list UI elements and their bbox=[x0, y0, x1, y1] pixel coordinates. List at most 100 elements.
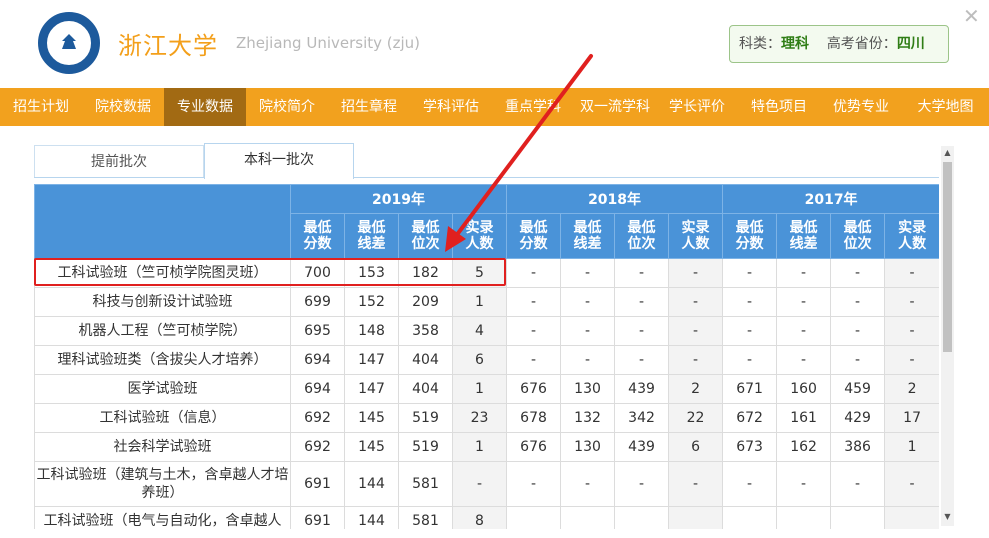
major-name-cell: 工科试验班（电气与自动化，含卓越人 bbox=[34, 506, 291, 529]
value-cell: 1 bbox=[451, 287, 508, 317]
value-cell: - bbox=[560, 345, 616, 375]
subheader-admitted-count: 实录 人数 bbox=[668, 213, 724, 259]
value-cell: 161 bbox=[776, 403, 832, 433]
nav-item-strong-majors[interactable]: 优势专业 bbox=[820, 88, 902, 126]
value-cell bbox=[776, 506, 832, 529]
value-cell: - bbox=[451, 461, 508, 507]
tab-early-batch[interactable]: 提前批次 bbox=[34, 145, 204, 177]
value-cell: - bbox=[830, 287, 886, 317]
value-cell: 691 bbox=[290, 506, 345, 529]
value-cell: - bbox=[884, 258, 939, 288]
subheader-line: 最低 bbox=[411, 220, 440, 236]
major-name-cell: 科技与创新设计试验班 bbox=[34, 287, 291, 317]
value-cell: 404 bbox=[398, 374, 453, 404]
value-cell: - bbox=[560, 258, 616, 288]
nav-item-discipline-eval[interactable]: 学科评估 bbox=[410, 88, 492, 126]
value-cell: - bbox=[884, 461, 939, 507]
major-name-cell: 机器人工程（竺可桢学院） bbox=[34, 316, 291, 346]
nav-item-admission-rules[interactable]: 招生章程 bbox=[328, 88, 410, 126]
value-cell: 694 bbox=[290, 374, 345, 404]
value-cell: - bbox=[722, 258, 778, 288]
value-cell: 692 bbox=[290, 432, 345, 462]
university-name-cn: 浙江大学 bbox=[118, 32, 218, 60]
value-cell: 17 bbox=[884, 403, 939, 433]
value-cell: 144 bbox=[344, 506, 399, 529]
value-cell: - bbox=[776, 461, 832, 507]
value-cell: 699 bbox=[290, 287, 345, 317]
value-cell: - bbox=[776, 287, 832, 317]
score-table-body: 工科试验班（竺可桢学院图灵班） 700 153 182 5- - - - - - - - 科技与创新设计… bbox=[34, 258, 939, 529]
value-cell: - bbox=[722, 287, 778, 317]
scroll-up-arrow-icon[interactable]: ▲ bbox=[941, 146, 954, 160]
value-cell: 672 bbox=[722, 403, 778, 433]
table-row[interactable]: 科技与创新设计试验班 699 152 209 1- - - - - - - - bbox=[34, 287, 939, 317]
nav-item-key-disciplines[interactable]: 重点学科 bbox=[492, 88, 574, 126]
value-cell: 676 bbox=[506, 432, 562, 462]
logo-inner-ring bbox=[46, 20, 92, 66]
value-cell: 209 bbox=[398, 287, 453, 317]
value-cell: - bbox=[668, 287, 724, 317]
value-cell: - bbox=[884, 316, 939, 346]
table-row[interactable]: 工科试验班（建筑与土木，含卓越人才培养班） 691 144 581- - - - - - - - - bbox=[34, 461, 939, 507]
table-row[interactable]: 理科试验班类（含拔尖人才培养） 694 147 404 6- - - - - - - - bbox=[34, 345, 939, 375]
major-name-cell: 工科试验班（信息） bbox=[34, 403, 291, 433]
value-cell: 519 bbox=[398, 403, 453, 433]
subject-value: 理科 bbox=[781, 36, 809, 52]
scrollbar-thumb[interactable] bbox=[943, 162, 952, 352]
value-cell bbox=[722, 506, 778, 529]
subheader-line: 最低 bbox=[573, 220, 602, 236]
value-cell bbox=[884, 506, 939, 529]
highlight-box bbox=[34, 258, 506, 286]
value-cell: 152 bbox=[344, 287, 399, 317]
nav-item-major-data[interactable]: 专业数据 bbox=[164, 88, 246, 126]
table-row[interactable]: 工科试验班（信息） 692 145 519 23 678 132 342 22 672 161 429… bbox=[34, 403, 939, 433]
value-cell: 678 bbox=[506, 403, 562, 433]
value-cell bbox=[668, 506, 724, 529]
subheader-line: 线差 bbox=[573, 236, 602, 252]
value-cell: - bbox=[830, 345, 886, 375]
value-cell: 132 bbox=[560, 403, 616, 433]
scroll-down-arrow-icon[interactable]: ▼ bbox=[941, 510, 954, 524]
value-cell: 439 bbox=[614, 374, 670, 404]
value-cell: 145 bbox=[344, 403, 399, 433]
value-cell: 673 bbox=[722, 432, 778, 462]
nav-item-enrollment-plan[interactable]: 招生计划 bbox=[0, 88, 82, 126]
value-cell: 130 bbox=[560, 432, 616, 462]
value-cell: - bbox=[506, 316, 562, 346]
value-cell: 694 bbox=[290, 345, 345, 375]
value-cell: - bbox=[506, 258, 562, 288]
value-cell: 1 bbox=[451, 432, 508, 462]
value-cell: - bbox=[614, 461, 670, 507]
table-row[interactable]: 社会科学试验班 692 145 519 1 676 130 439 6 673 162 386 1 bbox=[34, 432, 939, 462]
nav-item-senior-reviews[interactable]: 学长评价 bbox=[656, 88, 738, 126]
score-table: 2019年 2018年 2017年 最低 分数 最低 线差 最低 位次 实录 人数 最低 分数 最低… bbox=[34, 184, 939, 529]
value-cell: - bbox=[668, 461, 724, 507]
value-cell: 4 bbox=[451, 316, 508, 346]
nav-item-special-programs[interactable]: 特色项目 bbox=[738, 88, 820, 126]
table-row[interactable]: 医学试验班 694 147 404 1 676 130 439 2 671 160 459 2 bbox=[34, 374, 939, 404]
tab-first-batch[interactable]: 本科一批次 bbox=[204, 143, 354, 179]
value-cell: 342 bbox=[614, 403, 670, 433]
value-cell: 2 bbox=[884, 374, 939, 404]
nav-item-campus-map[interactable]: 大学地图 bbox=[902, 88, 989, 126]
value-cell: - bbox=[560, 316, 616, 346]
subheader-line: 最低 bbox=[843, 220, 872, 236]
value-cell: - bbox=[776, 258, 832, 288]
nav-item-school-data[interactable]: 院校数据 bbox=[82, 88, 164, 126]
value-cell: - bbox=[722, 345, 778, 375]
table-row[interactable]: 工科试验班（电气与自动化，含卓越人 691 144 581 8 bbox=[34, 506, 939, 529]
nav-item-school-intro[interactable]: 院校简介 bbox=[246, 88, 328, 126]
subheader-line: 最低 bbox=[357, 220, 386, 236]
value-cell: 22 bbox=[668, 403, 724, 433]
nav-item-double-first-class[interactable]: 双一流学科 bbox=[574, 88, 656, 126]
table-row[interactable]: 机器人工程（竺可桢学院） 695 148 358 4- - - - - - - - bbox=[34, 316, 939, 346]
value-cell: 130 bbox=[560, 374, 616, 404]
value-cell: - bbox=[830, 461, 886, 507]
value-cell: 459 bbox=[830, 374, 886, 404]
subheader-line: 位次 bbox=[843, 236, 872, 252]
value-cell: - bbox=[668, 316, 724, 346]
close-icon[interactable]: ✕ bbox=[963, 4, 980, 28]
value-cell: 147 bbox=[344, 374, 399, 404]
value-cell: 676 bbox=[506, 374, 562, 404]
value-cell: - bbox=[884, 287, 939, 317]
